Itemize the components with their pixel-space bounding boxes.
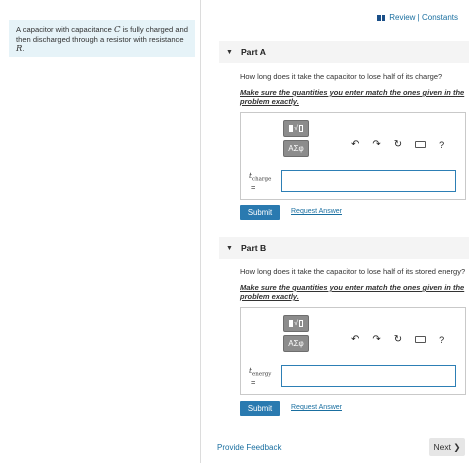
part-b-editor-buttons: √ ΑΣφ	[283, 315, 311, 355]
intro-text-3: .	[22, 44, 25, 53]
templates-button[interactable]: √	[283, 120, 309, 137]
templates-button[interactable]: √	[283, 315, 309, 332]
part-b-instruction: Make sure the quantities you enter match…	[240, 283, 465, 301]
questions-panel: Review | Constants ▼ Part A How long doe…	[202, 0, 474, 463]
part-a-submit-button[interactable]: Submit	[240, 205, 280, 220]
part-b-submit-button[interactable]: Submit	[240, 401, 280, 416]
keyboard-icon[interactable]	[415, 336, 427, 343]
part-b-toolbar: ↶ ↷ ↻ ?	[351, 334, 444, 345]
part-b-var-subscript: energy	[252, 371, 272, 378]
help-icon[interactable]: ?	[439, 140, 444, 150]
redo-icon[interactable]: ↷	[372, 139, 380, 150]
redo-icon[interactable]: ↷	[372, 334, 380, 345]
part-a-toolbar: ↶ ↷ ↻ ?	[351, 139, 444, 150]
part-a-answer-box: √ ΑΣφ ↶ ↷ ↻ ? tcharge =	[240, 112, 466, 200]
greek-symbols-button[interactable]: ΑΣφ	[283, 335, 309, 352]
problem-statement-panel: A capacitor with capacitance C is fully …	[0, 0, 201, 463]
part-b-title: Part B	[240, 243, 267, 253]
intro-text-1: A capacitor with capacitance	[16, 25, 114, 34]
next-button[interactable]: Next ❯	[429, 438, 465, 456]
part-a-answer-input[interactable]	[281, 170, 456, 192]
help-icon[interactable]: ?	[439, 335, 444, 345]
part-b-request-answer-link[interactable]: Request Answer	[291, 404, 342, 411]
part-a-request-answer-link[interactable]: Request Answer	[291, 208, 342, 215]
part-a-title: Part A	[240, 47, 266, 57]
book-icon	[377, 14, 386, 21]
reset-icon[interactable]: ↻	[394, 139, 402, 150]
review-constants-label: Review | Constants	[389, 13, 458, 22]
part-a-equals: =	[251, 182, 256, 192]
part-a-var-subscript: charge	[252, 176, 272, 183]
provide-feedback-link[interactable]: Provide Feedback	[217, 443, 281, 452]
keyboard-icon[interactable]	[415, 141, 427, 148]
part-b-question: How long does it take the capacitor to l…	[240, 267, 466, 276]
part-a-instruction: Make sure the quantities you enter match…	[240, 88, 465, 106]
part-a-header[interactable]: ▼ Part A	[219, 41, 469, 63]
templates-icon: √	[289, 320, 303, 327]
reset-icon[interactable]: ↻	[394, 334, 402, 345]
part-b-header[interactable]: ▼ Part B	[219, 237, 469, 259]
greek-symbols-button[interactable]: ΑΣφ	[283, 140, 309, 157]
collapse-triangle-icon: ▼	[226, 244, 233, 252]
part-b-equals: =	[251, 377, 256, 387]
part-b-variable-label: tenergy =	[249, 366, 271, 387]
review-constants-link[interactable]: Review | Constants	[377, 13, 458, 22]
part-a-question: How long does it take the capacitor to l…	[240, 72, 443, 81]
part-b-answer-input[interactable]	[281, 365, 456, 387]
problem-statement: A capacitor with capacitance C is fully …	[9, 20, 195, 57]
collapse-triangle-icon: ▼	[226, 48, 233, 56]
undo-icon[interactable]: ↶	[351, 334, 359, 345]
part-a-editor-buttons: √ ΑΣφ	[283, 120, 311, 160]
undo-icon[interactable]: ↶	[351, 139, 359, 150]
part-a-variable-label: tcharge =	[249, 171, 271, 192]
part-b-answer-box: √ ΑΣφ ↶ ↷ ↻ ? tenergy =	[240, 307, 466, 395]
templates-icon: √	[289, 125, 303, 132]
